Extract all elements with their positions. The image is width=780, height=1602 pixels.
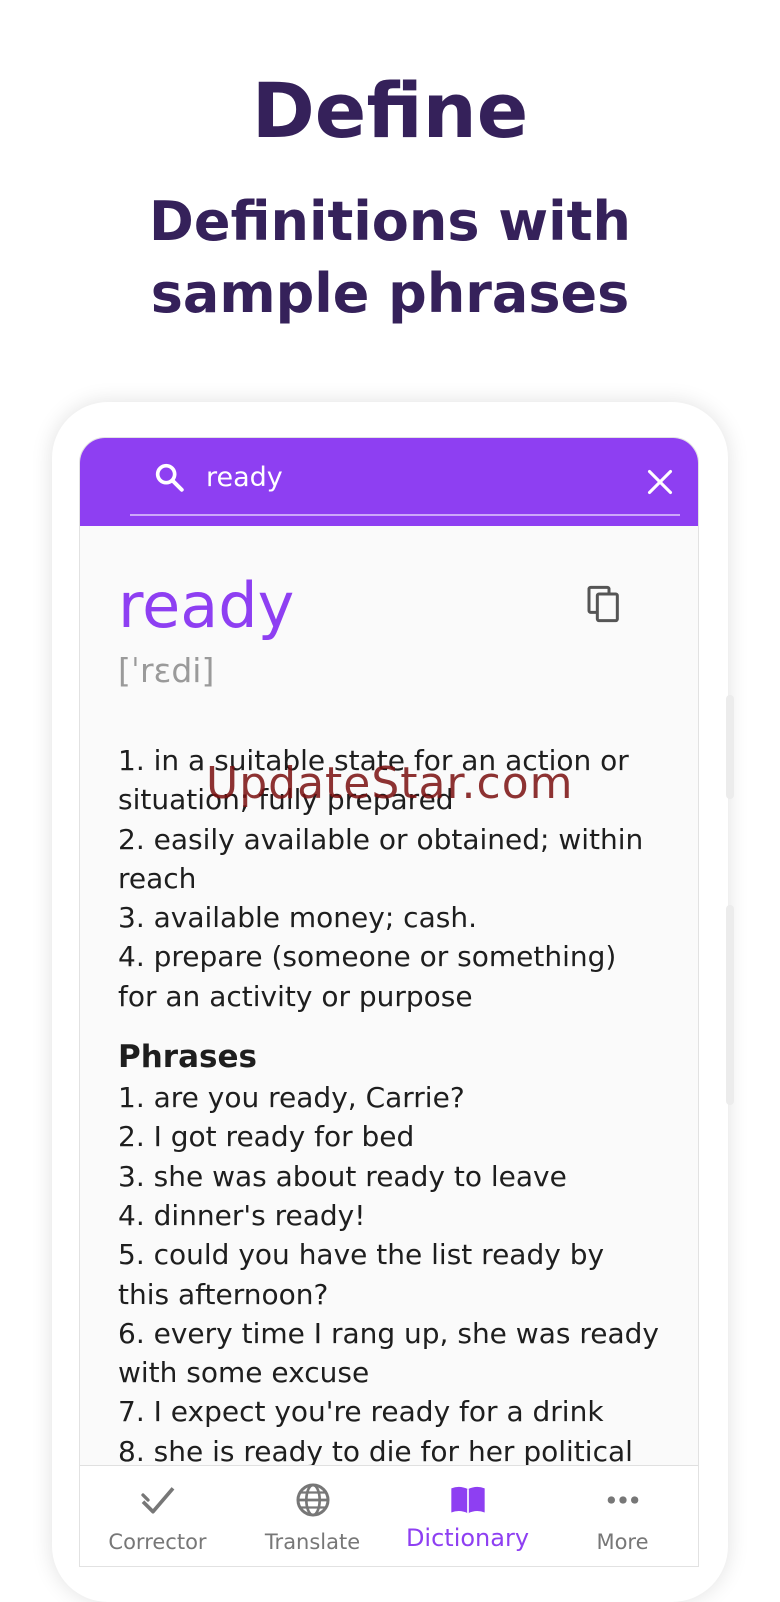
phrase-line: this afternoon? — [118, 1277, 329, 1311]
promo-title: Define — [251, 66, 529, 155]
nav-label-more: More — [596, 1530, 649, 1554]
phrase-line: 4. dinner's ready! — [118, 1198, 366, 1232]
definition-line: 2. easily available or obtained; within — [118, 822, 644, 856]
promo-subtitle: Definitions with sample phrases — [0, 186, 780, 330]
search-underline — [130, 514, 680, 516]
phrases-heading: Phrases — [118, 1039, 257, 1076]
check-icon — [141, 1487, 175, 1514]
nav-item-corrector[interactable]: Corrector — [80, 1466, 235, 1566]
entry-content: 1. in a suitable state for an action or … — [118, 741, 668, 1471]
definition-line: reach — [118, 861, 197, 895]
watermark: UpdateStar.com — [206, 758, 574, 809]
phrase-line: 3. she was about ready to leave — [118, 1159, 567, 1193]
pronunciation: [ˈrɛdi] — [118, 651, 215, 690]
search-input[interactable]: ready — [206, 460, 283, 496]
phone-side-button-lower — [726, 905, 734, 1105]
globe-icon — [296, 1483, 330, 1517]
nav-item-dictionary[interactable]: Dictionary — [390, 1466, 545, 1566]
search-bar[interactable]: ready — [80, 438, 698, 526]
definition-line: 3. available money; cash. — [118, 901, 477, 935]
definition-line: for an activity or purpose — [118, 979, 473, 1013]
nav-item-more[interactable]: More — [545, 1466, 698, 1566]
phrase-line: 7. I expect you're ready for a drink — [118, 1395, 604, 1429]
more-dots-icon — [607, 1496, 639, 1504]
search-icon[interactable] — [152, 460, 186, 494]
nav-label-dictionary: Dictionary — [405, 1524, 530, 1552]
close-icon[interactable] — [646, 468, 674, 496]
nav-item-translate[interactable]: Translate — [235, 1466, 390, 1566]
phone-side-button-upper — [726, 695, 734, 799]
nav-label-corrector: Corrector — [108, 1530, 207, 1554]
headword: ready — [118, 569, 295, 642]
promo-subtitle-line-1: Definitions with — [149, 190, 631, 253]
phrase-line: 6. every time I rang up, she was ready — [118, 1316, 659, 1350]
book-icon — [451, 1486, 485, 1514]
phrase-line: 5. could you have the list ready by — [118, 1238, 605, 1272]
bottom-navigation: Corrector Translate Dictionary More — [80, 1465, 698, 1566]
promo-subtitle-line-2: sample phrases — [150, 262, 630, 325]
phrase-line: 1. are you ready, Carrie? — [118, 1081, 465, 1115]
phrase-line: with some excuse — [118, 1356, 370, 1390]
copy-icon[interactable] — [584, 584, 624, 624]
nav-label-translate: Translate — [264, 1530, 361, 1554]
phrase-line: 2. I got ready for bed — [118, 1120, 415, 1154]
app-screen: ready ready [ˈrɛdi] 1. in a suitable sta… — [79, 437, 699, 1567]
definition-line: 4. prepare (someone or something) — [118, 940, 617, 974]
